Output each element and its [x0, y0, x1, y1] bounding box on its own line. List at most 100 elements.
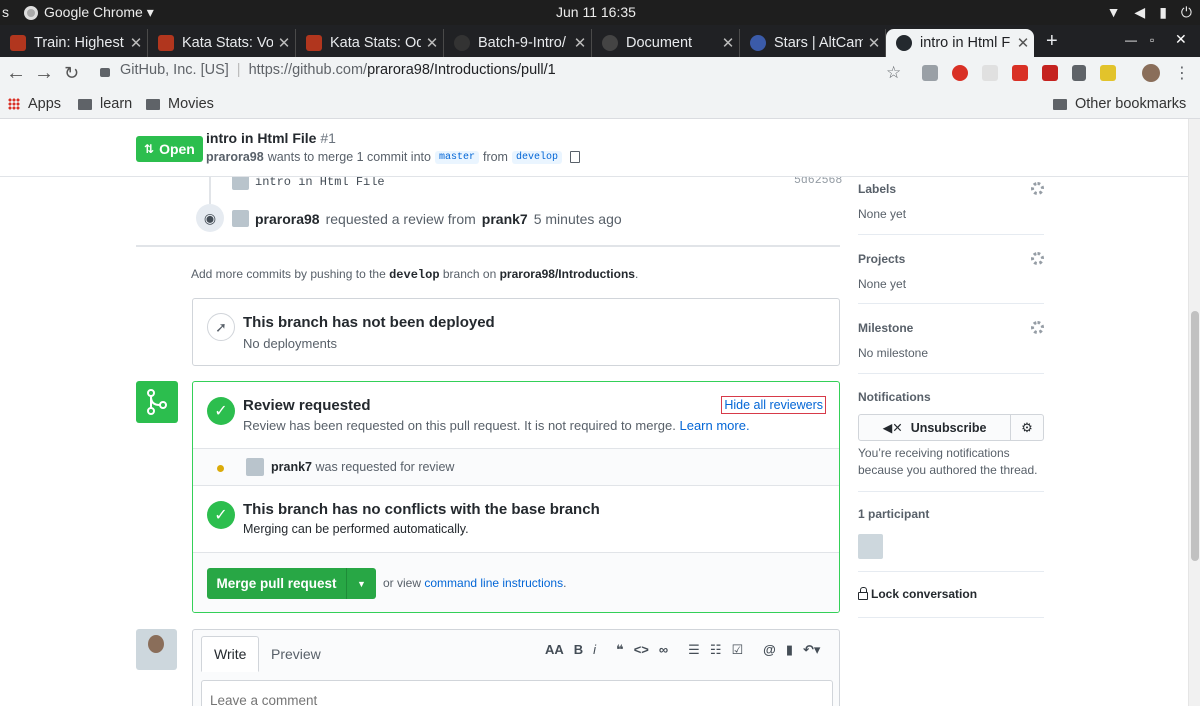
- code-icon[interactable]: <>: [634, 642, 649, 658]
- reviewer-status: was requested for review: [315, 460, 455, 474]
- maximize-icon[interactable]: ▫: [1150, 33, 1154, 47]
- battery-icon[interactable]: ▮: [1159, 4, 1167, 21]
- bold-icon[interactable]: B: [574, 642, 583, 658]
- browser-tab-active[interactable]: intro in Html F ✕: [886, 29, 1034, 57]
- bookmark-star-icon[interactable]: ☆: [886, 63, 901, 83]
- browser-tab[interactable]: Train: Highest ✕: [0, 29, 148, 57]
- avatar[interactable]: [136, 629, 177, 670]
- hint-text: Add more commits by pushing to the: [191, 267, 386, 281]
- other-bookmarks[interactable]: Other bookmarks: [1053, 96, 1186, 112]
- minimize-icon[interactable]: —: [1125, 33, 1137, 47]
- task-list-icon[interactable]: ☑: [731, 642, 743, 658]
- close-tab-icon[interactable]: ✕: [717, 34, 739, 52]
- copy-clipboard-icon[interactable]: [569, 151, 580, 163]
- avatar[interactable]: [232, 210, 249, 227]
- scrollbar-thumb[interactable]: [1191, 311, 1199, 561]
- close-tab-icon[interactable]: ✕: [863, 34, 885, 52]
- address-bar[interactable]: GitHub, Inc. [US] | https://github.com/ …: [100, 62, 556, 78]
- pr-author[interactable]: prarora98: [206, 150, 264, 164]
- browser-tab[interactable]: Batch-9-Intro/ ✕: [444, 29, 592, 57]
- tab-write[interactable]: Write: [201, 636, 260, 672]
- event-time[interactable]: 5 minutes ago: [534, 211, 622, 227]
- close-tab-icon[interactable]: ✕: [1012, 34, 1034, 52]
- bookmark-apps[interactable]: Apps: [8, 96, 61, 112]
- markdown-toolbar: AA B i ❝ <> ∞ ☰ ☷ ☑ @ ▮ ↶▾: [545, 642, 820, 658]
- bulleted-list-icon[interactable]: ☰: [688, 642, 700, 658]
- merge-pull-request-button[interactable]: Merge pull request: [207, 568, 346, 599]
- chrome-menu-icon[interactable]: ⋮: [1174, 63, 1190, 83]
- profile-avatar[interactable]: [1142, 64, 1160, 82]
- base-branch[interactable]: master: [434, 150, 479, 164]
- reviewer-name[interactable]: prank7: [271, 460, 312, 474]
- sidebar-milestone-heading[interactable]: Milestone: [858, 321, 913, 335]
- browser-tab[interactable]: Document ✕: [592, 29, 740, 57]
- app-menu[interactable]: Google Chrome ▾: [24, 4, 154, 21]
- github-page: ⇅ Open intro in Html File #1 prarora98 w…: [0, 119, 1188, 706]
- page-scrollbar[interactable]: [1188, 119, 1200, 706]
- participant-avatar[interactable]: [858, 534, 883, 559]
- browser-tab[interactable]: Kata Stats: Vo ✕: [148, 29, 296, 57]
- eye-icon: ◉: [196, 204, 224, 232]
- extension-icon[interactable]: [982, 65, 998, 81]
- os-top-bar: s Google Chrome ▾ Jun 11 16:35 ▼ ◀ ▮ ⏻: [0, 0, 1200, 25]
- tab-preview[interactable]: Preview: [259, 636, 333, 671]
- adblock-icon[interactable]: [952, 65, 968, 81]
- bookmark-folder[interactable]: Movies: [146, 96, 214, 112]
- learn-more-link[interactable]: Learn more.: [679, 418, 749, 433]
- close-tab-icon[interactable]: ✕: [125, 34, 147, 52]
- reload-icon[interactable]: ↻: [64, 63, 79, 84]
- clock[interactable]: Jun 11 16:35: [556, 4, 636, 20]
- app-menu-label: Google Chrome ▾: [44, 4, 154, 20]
- wifi-icon[interactable]: ▼: [1107, 4, 1121, 21]
- or-view-label: .: [563, 576, 567, 590]
- browser-tab[interactable]: Kata Stats: Od ✕: [296, 29, 444, 57]
- link-icon[interactable]: ∞: [659, 642, 668, 658]
- head-branch[interactable]: develop: [511, 150, 562, 164]
- gear-icon[interactable]: [1031, 182, 1044, 195]
- lock-conversation-link[interactable]: Lock conversation: [858, 587, 977, 601]
- system-tray[interactable]: ▼ ◀ ▮ ⏻: [1107, 4, 1192, 21]
- sidebar-projects-heading[interactable]: Projects: [858, 252, 905, 266]
- event-actor[interactable]: prarora98: [255, 211, 320, 227]
- avatar[interactable]: [246, 458, 264, 476]
- gear-icon[interactable]: [1031, 321, 1044, 334]
- hide-all-reviewers-button[interactable]: Hide all reviewers: [721, 396, 826, 414]
- hint-repo[interactable]: prarora98/Introductions: [500, 267, 635, 281]
- event-reviewer[interactable]: prank7: [482, 211, 528, 227]
- bookmark-label: Movies: [168, 96, 214, 112]
- sidebar-participants-heading: 1 participant: [858, 507, 930, 521]
- comment-textarea[interactable]: [201, 680, 833, 706]
- divider: [858, 491, 1044, 492]
- mention-icon[interactable]: @: [763, 642, 776, 658]
- close-window-icon[interactable]: ✕: [1175, 31, 1187, 48]
- extension-icon[interactable]: [1012, 65, 1028, 81]
- numbered-list-icon[interactable]: ☷: [710, 642, 722, 658]
- heading-icon[interactable]: AA: [545, 642, 564, 658]
- close-tab-icon[interactable]: ✕: [273, 34, 295, 52]
- forward-icon[interactable]: →: [34, 62, 54, 85]
- sidebar-labels-heading[interactable]: Labels: [858, 182, 896, 196]
- extension-icon[interactable]: [922, 65, 938, 81]
- italic-icon[interactable]: i: [593, 642, 596, 658]
- extension-icon[interactable]: [1100, 65, 1116, 81]
- reply-icon[interactable]: ↶▾: [803, 642, 820, 658]
- timeline-line: [209, 174, 211, 204]
- bookmark-folder[interactable]: learn: [78, 96, 132, 112]
- power-icon[interactable]: ⏻: [1181, 4, 1192, 21]
- close-tab-icon[interactable]: ✕: [569, 34, 591, 52]
- back-icon[interactable]: ←: [6, 62, 26, 85]
- command-line-instructions-link[interactable]: command line instructions: [424, 576, 563, 590]
- unsubscribe-button[interactable]: ◀✕ Unsubscribe: [858, 414, 1011, 441]
- quote-icon[interactable]: ❝: [616, 642, 624, 658]
- extension-icon[interactable]: [1042, 65, 1058, 81]
- reference-icon[interactable]: ▮: [786, 642, 793, 658]
- browser-tab[interactable]: Stars | AltCam ✕: [740, 29, 886, 57]
- volume-icon[interactable]: ◀: [1134, 4, 1145, 21]
- new-tab-button[interactable]: +: [1046, 30, 1058, 53]
- close-tab-icon[interactable]: ✕: [421, 34, 443, 52]
- gear-icon[interactable]: [1031, 252, 1044, 265]
- notification-settings-gear-icon[interactable]: ⚙: [1010, 414, 1044, 441]
- merge-method-dropdown[interactable]: ▼: [346, 568, 376, 599]
- eyedropper-icon[interactable]: [1072, 65, 1086, 81]
- comment-form: Write Preview AA B i ❝ <> ∞ ☰ ☷ ☑ @ ▮ ↶▾: [192, 629, 840, 706]
